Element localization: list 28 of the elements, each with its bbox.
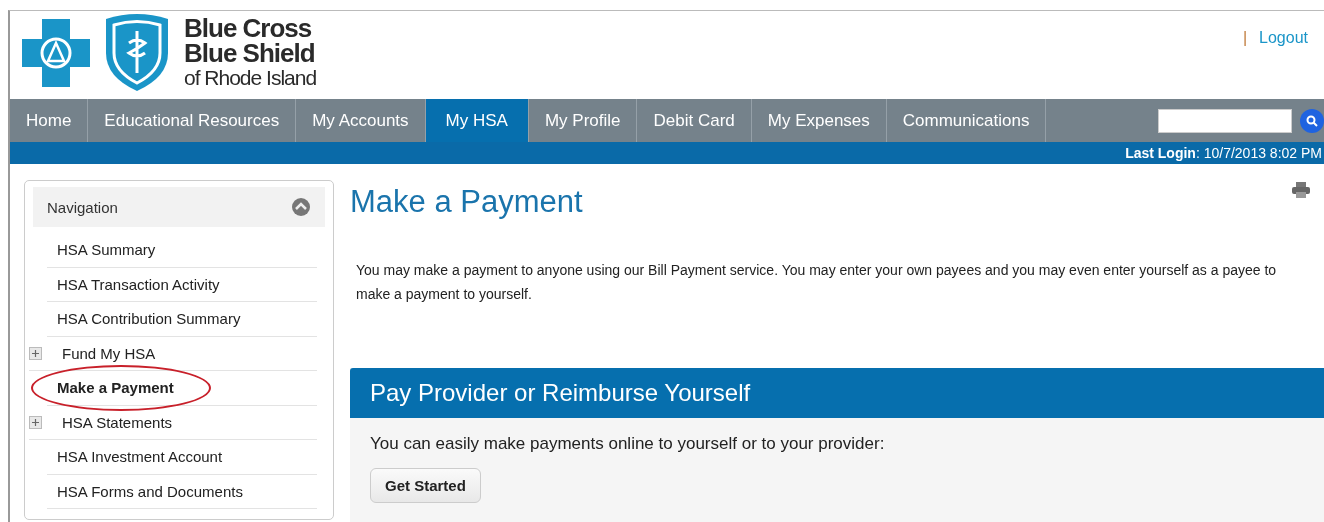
nav-tab[interactable]: My HSA: [425, 99, 529, 142]
expand-icon[interactable]: [29, 346, 42, 360]
brand-name: Blue Shield: [184, 41, 316, 66]
search-field[interactable]: [1158, 108, 1292, 133]
nav-link[interactable]: HSA Summary: [47, 241, 156, 259]
navigation-header[interactable]: Navigation: [33, 187, 325, 227]
nav-link[interactable]: HSA Statements: [52, 413, 173, 431]
panel-text: You can easily make payments online to yourself or to your provider:: [370, 434, 886, 454]
separator: |: [1242, 29, 1248, 47]
nav-link[interactable]: HSA Transaction Activity: [47, 275, 220, 293]
nav-link[interactable]: HSA Investment Account: [47, 448, 223, 466]
last-login-text: Last Login: 10/7/2013 8:02 PM: [1125, 145, 1322, 161]
search-button[interactable]: [1300, 108, 1324, 133]
print-icon[interactable]: [1292, 182, 1310, 198]
navigation-title: Navigation: [47, 198, 118, 216]
panel-title: Pay Provider or Reimburse Yourself: [350, 368, 1324, 418]
get-started-button[interactable]: Get Started: [370, 468, 481, 503]
intro-text: You may make a payment to anyone using our Bill Payment service. You may enter your own payees and you may even enter yourself as a payee to make a payment to yourself.: [356, 261, 1278, 304]
nav-link[interactable]: HSA Forms and Documents: [47, 482, 243, 500]
brand-name: Blue Cross: [184, 16, 313, 41]
page-title: Make a Payment: [350, 184, 583, 220]
expand-icon[interactable]: [29, 415, 42, 429]
nav-link[interactable]: HSA Contribution Summary: [47, 310, 241, 328]
brand-name: of Rhode Island: [184, 66, 317, 90]
search-icon: [1305, 113, 1319, 128]
nav-link[interactable]: Make a Payment: [47, 379, 174, 397]
collapse-icon[interactable]: [291, 197, 311, 217]
nav-link[interactable]: Fund My HSA: [52, 344, 156, 362]
